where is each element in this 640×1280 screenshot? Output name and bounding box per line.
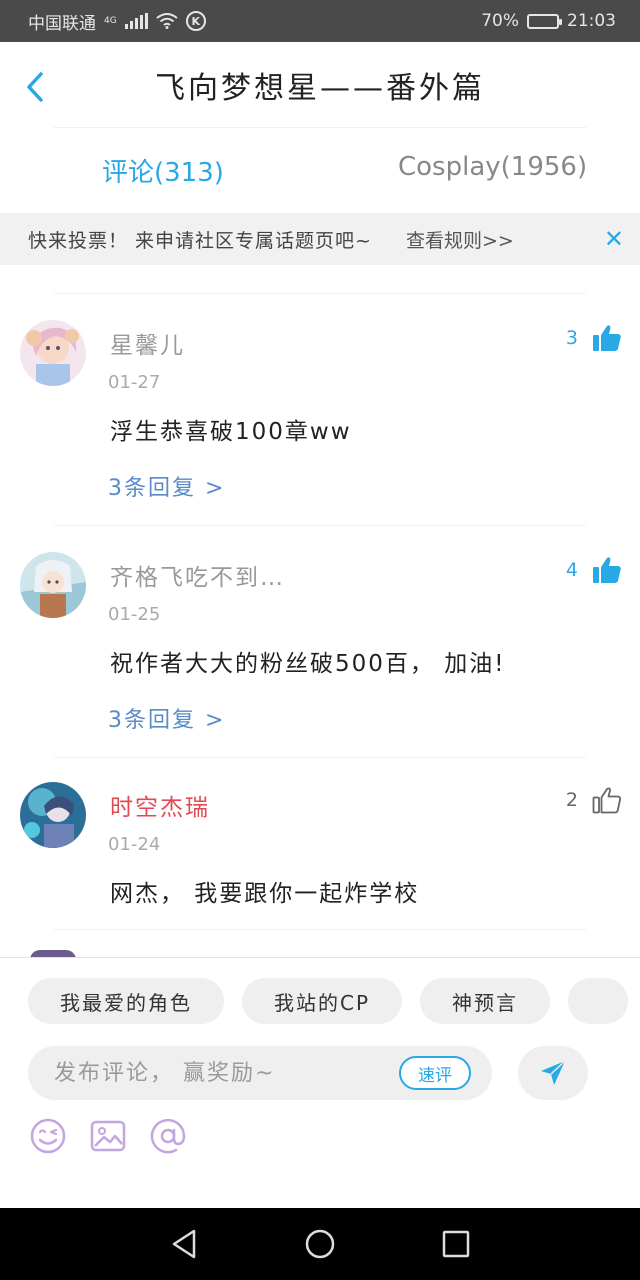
back-triangle-icon[interactable] (168, 1228, 200, 1260)
replies-link[interactable]: 3条回复 > (108, 470, 225, 502)
comment-username[interactable]: 齐格飞吃不到… (110, 558, 285, 592)
emoji-icon (30, 1118, 66, 1154)
avatar[interactable] (20, 552, 86, 618)
comment-text: 网杰， 我要跟你一起炸学校 (110, 881, 420, 907)
send-icon (541, 1060, 566, 1085)
recents-square-icon[interactable] (440, 1228, 472, 1260)
notice-bar: 快来投票！ 来申请社区专属话题页吧~ 查看规则>> ✕ (0, 213, 640, 265)
header: 飞向梦想星——番外篇 (0, 42, 640, 128)
comment-item: 星馨儿 01-27 浮生恭喜破100章ww 3条回复 > 3 (0, 294, 640, 526)
home-circle-icon[interactable] (304, 1228, 336, 1260)
input-tools (28, 1116, 188, 1156)
comment-date: 01-27 (108, 372, 161, 393)
comment-item: 齐格飞吃不到… 01-25 祝作者大大的粉丝破500百， 加油! 3条回复 > … (0, 526, 640, 758)
avatar[interactable] (20, 782, 86, 848)
thumbs-up-icon (593, 325, 621, 351)
send-button[interactable] (518, 1046, 588, 1100)
comment-item: 时空杰瑞 01-24 网杰， 我要跟你一起炸学校 2 (0, 758, 640, 930)
avatar[interactable] (20, 320, 86, 386)
battery-percent: 70% (481, 11, 519, 31)
system-nav-bar (0, 1208, 640, 1280)
mention-button[interactable] (148, 1116, 188, 1156)
comment-text: 祝作者大大的粉丝破500百， 加油! (110, 651, 506, 677)
k-app-icon: K (185, 11, 206, 31)
like-button[interactable]: 3 (566, 324, 622, 352)
wifi-icon (156, 13, 178, 29)
status-bar: 中国联通 4G K 70% 21:03 (0, 0, 640, 42)
comment-date: 01-24 (108, 834, 161, 855)
clock: 21:03 (567, 11, 616, 31)
tab-bar: 评论(313) Cosplay(1956) (0, 128, 640, 212)
signal-icon (124, 13, 148, 29)
page-title: 飞向梦想星——番外篇 (155, 71, 485, 106)
tab-cosplay[interactable]: Cosplay(1956) (398, 152, 587, 182)
quick-comment-button[interactable]: 速评 (399, 1056, 471, 1090)
network-type: 4G (104, 16, 117, 26)
chevron-left-icon (27, 72, 43, 102)
topic-chips: 我最爱的角色 我站的CP 神预言 (28, 978, 629, 1024)
tab-comments[interactable]: 评论(313) (102, 152, 224, 189)
battery-icon (527, 13, 562, 29)
back-button[interactable] (18, 70, 52, 104)
comment-username[interactable]: 星馨儿 (110, 326, 185, 360)
thumbs-up-icon (593, 557, 621, 583)
image-icon (90, 1120, 126, 1152)
comment-date: 01-25 (108, 604, 161, 625)
like-count: 2 (565, 789, 578, 811)
thumbs-up-outline-icon (592, 787, 622, 814)
topic-chip[interactable]: 我最爱的角色 (28, 978, 224, 1024)
like-count: 4 (565, 559, 578, 581)
carrier-label: 中国联通 (28, 13, 96, 34)
image-button[interactable] (88, 1116, 128, 1156)
close-icon[interactable]: ✕ (604, 225, 624, 253)
comment-input-panel: 我最爱的角色 我站的CP 神预言 速评 (0, 957, 640, 1208)
comment-username[interactable]: 时空杰瑞 (110, 788, 210, 822)
comment-text: 浮生恭喜破100章ww (110, 419, 352, 445)
topic-chip[interactable] (568, 978, 629, 1024)
at-icon (150, 1118, 186, 1154)
view-rules-link[interactable]: 查看规则>> (406, 226, 514, 253)
topic-chip[interactable]: 我站的CP (242, 978, 403, 1024)
topic-chip[interactable]: 神预言 (420, 978, 551, 1024)
divider (54, 929, 586, 930)
notice-text: 快来投票！ 来申请社区专属话题页吧~ (28, 229, 372, 252)
replies-link[interactable]: 3条回复 > (108, 702, 225, 734)
like-button[interactable]: 2 (566, 786, 622, 814)
emoji-button[interactable] (28, 1116, 68, 1156)
like-button[interactable]: 4 (566, 556, 622, 584)
like-count: 3 (565, 327, 578, 349)
